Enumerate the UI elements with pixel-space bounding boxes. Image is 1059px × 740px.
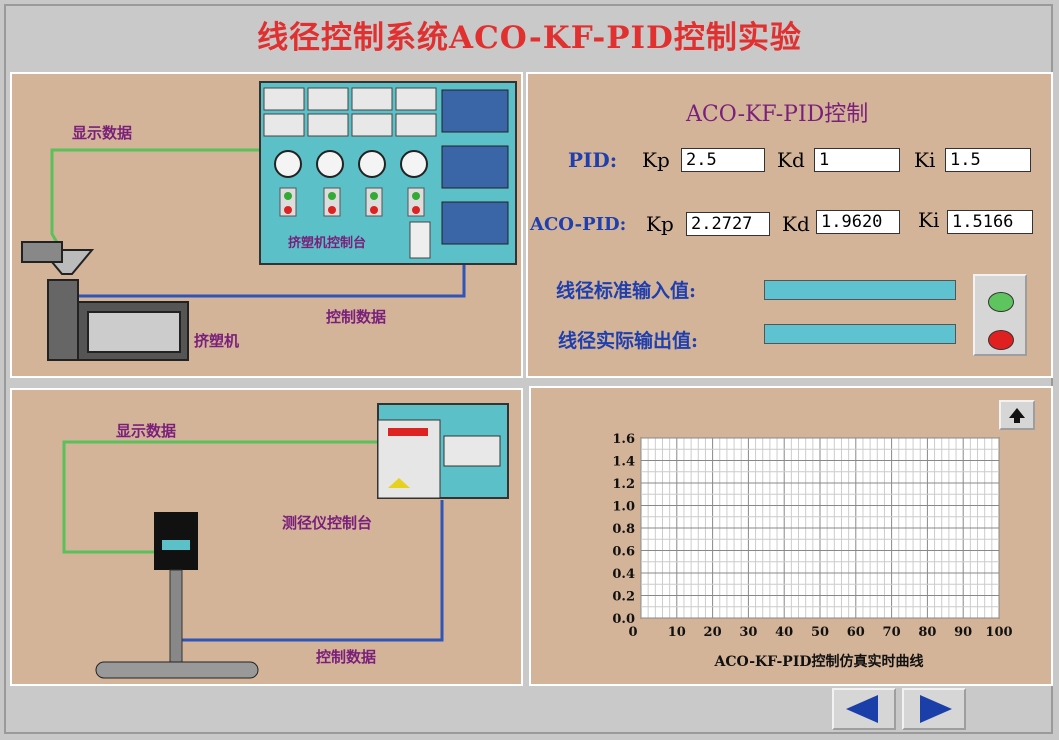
- start-lamp-icon: [988, 292, 1014, 312]
- x-tick-label: 60: [847, 625, 865, 640]
- wire-rollers: [95, 661, 259, 679]
- gauge-head-display: [162, 540, 190, 550]
- page-title: 线径控制系统ACO-KF-PID控制实验: [257, 20, 802, 56]
- gauge-panel: 显示数据 控制数据 测径仪控制台: [10, 388, 523, 686]
- gauge-control-data-label: 控制数据: [316, 648, 377, 666]
- aco-kd-label: Kd: [782, 212, 810, 236]
- x-tick-label: 10: [668, 625, 686, 640]
- extruder-diagram: [21, 81, 517, 361]
- y-tick-label: 0.0: [612, 612, 635, 627]
- y-tick-label: 0.4: [612, 567, 635, 582]
- extruder-machine: [21, 241, 189, 361]
- gauge-keypad: [443, 435, 501, 467]
- control-data-wire: [67, 264, 466, 298]
- y-tick-label: 0.8: [612, 522, 635, 537]
- parameter-panel: ACO-KF-PID控制 PID: Kp 2.5 Kd 1 Ki 1.5 ACO…: [526, 72, 1053, 378]
- y-tick-labels: 1.6 1.4 1.2 1.0 0.8 0.6 0.4 0.2 0.0: [612, 432, 635, 627]
- gauge-console-label: 测径仪控制台: [282, 514, 373, 532]
- chart-x-label: ACO-KF-PID控制仿真实时曲线: [713, 653, 923, 670]
- pid-kd-label: Kd: [777, 148, 805, 172]
- aco-ki-label: Ki: [918, 208, 940, 232]
- x-tick-label: 80: [918, 625, 936, 640]
- left-arrow-icon: [846, 695, 878, 723]
- x-tick-label: 70: [883, 625, 901, 640]
- console-switch: [409, 221, 431, 259]
- actual-output-label: 线径实际输出值:: [558, 330, 699, 352]
- gauge-display-wire: [62, 440, 378, 554]
- chart-panel: 0 10 20 30 40 50 60 70 80 90 100 1.6 1.4 1.2 1.0 0.8 0.…: [529, 386, 1053, 686]
- y-tick-label: 1.0: [612, 500, 635, 515]
- x-tick-label: 0: [628, 625, 637, 640]
- pid-kp-field[interactable]: 2.5: [681, 148, 765, 172]
- x-tick-label: 90: [954, 625, 972, 640]
- console-big-gauges: [441, 89, 509, 245]
- x-tick-label: 20: [704, 625, 722, 640]
- gauge-display-data-label: 显示数据: [116, 422, 177, 440]
- display-data-label: 显示数据: [72, 124, 133, 142]
- app-window: 线径控制系统ACO-KF-PID控制实验 显示数据 控制数据 挤塑机控制台 挤塑…: [0, 0, 1059, 740]
- pid-kp-label: Kp: [642, 148, 670, 172]
- std-input-label: 线径标准输入值:: [556, 280, 697, 302]
- gauge-console-red-bar: [388, 428, 428, 436]
- extruder-panel: 显示数据 控制数据 挤塑机控制台 挤塑机: [10, 72, 523, 378]
- y-tick-label: 1.4: [612, 455, 635, 470]
- prev-button[interactable]: [832, 688, 896, 730]
- x-tick-label: 100: [985, 625, 1012, 640]
- pid-ki-field[interactable]: 1.5: [945, 148, 1031, 172]
- display-data-wire: [50, 148, 260, 260]
- pid-label: PID:: [568, 148, 618, 172]
- x-tick-labels: 0 10 20 30 40 50 60 70 80 90 100: [628, 625, 1012, 640]
- aco-pid-label: ACO-PID:: [530, 214, 627, 235]
- control-data-label: 控制数据: [326, 308, 387, 326]
- gauge-diagram: [62, 403, 509, 679]
- pid-ki-label: Ki: [914, 148, 936, 172]
- aco-kp-label: Kp: [646, 212, 674, 236]
- stop-lamp-icon: [988, 330, 1014, 350]
- extruder-label: 挤塑机: [194, 332, 240, 350]
- x-tick-label: 30: [739, 625, 757, 640]
- y-tick-label: 1.6: [612, 432, 635, 447]
- y-tick-label: 0.2: [612, 590, 635, 605]
- aco-kd-field[interactable]: 1.9620: [816, 210, 900, 234]
- start-stop-switch[interactable]: [973, 274, 1027, 356]
- x-tick-label: 50: [811, 625, 829, 640]
- aco-ki-field[interactable]: 1.5166: [947, 210, 1033, 234]
- realtime-chart: 0 10 20 30 40 50 60 70 80 90 100 1.6 1.4 1.2 1.0 0.8 0.…: [612, 432, 1012, 670]
- x-tick-label: 40: [775, 625, 793, 640]
- y-tick-label: 1.2: [612, 477, 635, 492]
- std-input-bar: [764, 280, 956, 300]
- y-tick-label: 0.6: [612, 545, 635, 560]
- pid-kd-field[interactable]: 1: [814, 148, 900, 172]
- gauge-post: [169, 569, 183, 671]
- aco-kp-field[interactable]: 2.2727: [686, 212, 770, 236]
- next-button[interactable]: [902, 688, 966, 730]
- right-arrow-icon: [920, 695, 952, 723]
- control-heading: ACO-KF-PID控制: [686, 102, 869, 127]
- actual-output-bar: [764, 324, 956, 344]
- extruder-console-label: 挤塑机控制台: [288, 236, 367, 251]
